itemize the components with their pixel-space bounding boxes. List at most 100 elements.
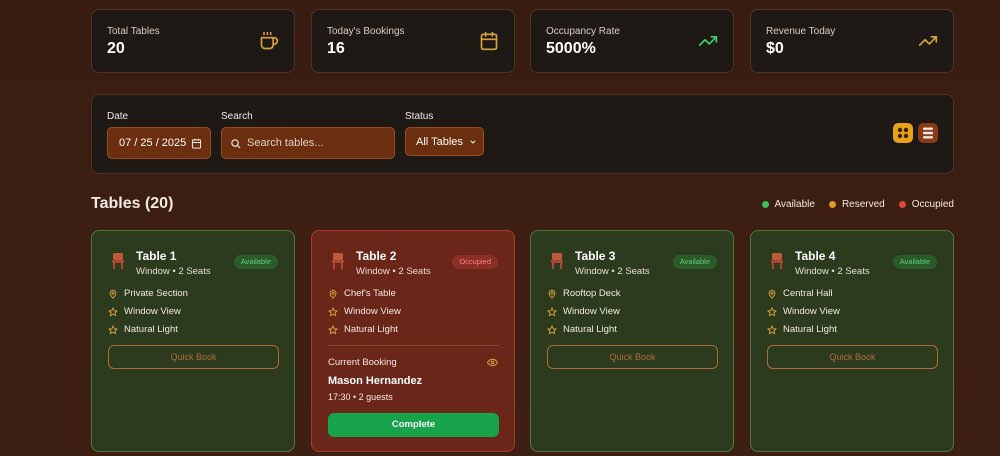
table-name: Table 3 bbox=[575, 249, 616, 263]
search-label: Search bbox=[221, 111, 253, 122]
trending-up-icon bbox=[698, 36, 718, 47]
feature-item: Window View bbox=[328, 306, 401, 317]
search-icon bbox=[231, 138, 241, 148]
feature-location: Private Section bbox=[108, 288, 188, 299]
tables-heading: Tables (20) bbox=[91, 195, 174, 212]
stat-value: $0 bbox=[766, 40, 784, 57]
table-name: Table 4 bbox=[795, 249, 836, 263]
feature-label: Natural Light bbox=[344, 324, 398, 335]
list-view-button[interactable] bbox=[918, 123, 938, 143]
stat-value: 16 bbox=[327, 40, 345, 57]
map-pin-icon bbox=[548, 289, 556, 299]
table-card-3[interactable]: Table 3 Window • 2 Seats Available Rooft… bbox=[530, 230, 734, 452]
feature-label: Natural Light bbox=[783, 324, 837, 335]
feature-label: Central Hall bbox=[783, 288, 833, 299]
status-value: All Tables bbox=[416, 135, 463, 148]
star-icon bbox=[547, 324, 557, 334]
divider bbox=[328, 345, 499, 346]
date-picker[interactable]: 07 / 25 / 2025 bbox=[107, 127, 211, 159]
feature-item: Natural Light bbox=[547, 324, 617, 335]
search-field[interactable] bbox=[221, 127, 395, 159]
feature-item: Window View bbox=[547, 306, 620, 317]
chair-icon bbox=[771, 253, 783, 269]
map-pin-icon bbox=[109, 289, 117, 299]
feature-item: Window View bbox=[108, 306, 181, 317]
status-badge: Available bbox=[233, 255, 278, 269]
status-legend: Available Reserved Occupied bbox=[761, 199, 954, 210]
feature-label: Window View bbox=[783, 306, 840, 317]
star-icon bbox=[328, 324, 338, 334]
guest-name: Mason Hernandez bbox=[328, 375, 423, 387]
legend-label: Reserved bbox=[841, 199, 885, 210]
feature-location: Central Hall bbox=[767, 288, 833, 299]
booking-details: 17:30 • 2 guests bbox=[328, 392, 393, 402]
chair-icon bbox=[332, 253, 344, 269]
feature-item: Natural Light bbox=[108, 324, 178, 335]
stat-label: Occupancy Rate bbox=[546, 26, 620, 37]
stat-card-todays-bookings: Today's Bookings 16 bbox=[311, 9, 515, 73]
table-subtitle: Window • 2 Seats bbox=[575, 266, 650, 277]
status-badge: Available bbox=[672, 255, 717, 269]
eye-icon[interactable] bbox=[487, 357, 498, 368]
stat-label: Total Tables bbox=[107, 26, 160, 37]
legend-item-available: Available bbox=[761, 199, 815, 210]
available-dot bbox=[761, 201, 769, 208]
map-pin-icon bbox=[768, 289, 776, 299]
feature-label: Window View bbox=[563, 306, 620, 317]
chair-icon bbox=[551, 253, 563, 269]
stat-label: Today's Bookings bbox=[327, 26, 405, 37]
stat-value: 20 bbox=[107, 40, 125, 57]
quick-book-button[interactable]: Quick Book bbox=[108, 345, 279, 369]
feature-label: Natural Light bbox=[563, 324, 617, 335]
quick-book-button[interactable]: Quick Book bbox=[767, 345, 938, 369]
stat-card-revenue-today: Revenue Today $0 bbox=[750, 9, 954, 73]
feature-label: Private Section bbox=[124, 288, 188, 299]
feature-item: Natural Light bbox=[328, 324, 398, 335]
filter-bar: Date 07 / 25 / 2025 Search Status All Ta… bbox=[91, 94, 954, 174]
star-icon bbox=[328, 306, 338, 316]
star-icon bbox=[108, 324, 118, 334]
coffee-icon bbox=[260, 31, 279, 50]
search-input[interactable] bbox=[247, 137, 387, 149]
current-booking-label: Current Booking bbox=[328, 357, 397, 368]
quick-book-button[interactable]: Quick Book bbox=[547, 345, 718, 369]
complete-button[interactable]: Complete bbox=[328, 413, 499, 437]
star-icon bbox=[767, 324, 777, 334]
feature-label: Chef's Table bbox=[344, 288, 396, 299]
date-value: 07 / 25 / 2025 bbox=[119, 137, 187, 149]
grid-view-button[interactable] bbox=[893, 123, 913, 143]
legend-item-reserved: Reserved bbox=[828, 199, 885, 210]
calendar-icon bbox=[480, 31, 498, 51]
reserved-dot bbox=[828, 201, 836, 208]
feature-location: Rooftop Deck bbox=[547, 288, 621, 299]
table-name: Table 1 bbox=[136, 249, 177, 263]
legend-label: Occupied bbox=[911, 199, 954, 210]
table-subtitle: Window • 2 Seats bbox=[136, 266, 211, 277]
feature-label: Rooftop Deck bbox=[563, 288, 621, 299]
status-select[interactable]: All Tables bbox=[405, 127, 484, 156]
feature-item: Window View bbox=[767, 306, 840, 317]
status-badge: Occupied bbox=[452, 255, 498, 269]
feature-label: Natural Light bbox=[124, 324, 178, 335]
status-label: Status bbox=[405, 111, 434, 122]
table-card-4[interactable]: Table 4 Window • 2 Seats Available Centr… bbox=[750, 230, 954, 452]
table-card-2[interactable]: Table 2 Window • 2 Seats Occupied Chef's… bbox=[311, 230, 515, 452]
trending-up-icon bbox=[918, 36, 938, 47]
stat-value: 5000% bbox=[546, 40, 596, 57]
calendar-icon[interactable] bbox=[191, 138, 202, 149]
occupied-dot bbox=[898, 201, 906, 208]
table-subtitle: Window • 2 Seats bbox=[356, 266, 431, 277]
table-card-1[interactable]: Table 1 Window • 2 Seats Available Priva… bbox=[91, 230, 295, 452]
chair-icon bbox=[112, 253, 124, 269]
map-pin-icon bbox=[329, 289, 337, 299]
star-icon bbox=[767, 306, 777, 316]
stat-label: Revenue Today bbox=[766, 26, 836, 37]
date-label: Date bbox=[107, 111, 129, 122]
table-subtitle: Window • 2 Seats bbox=[795, 266, 870, 277]
status-badge: Available bbox=[892, 255, 937, 269]
legend-label: Available bbox=[774, 199, 815, 210]
stat-card-occupancy-rate: Occupancy Rate 5000% bbox=[530, 9, 734, 73]
star-icon bbox=[547, 306, 557, 316]
feature-item: Natural Light bbox=[767, 324, 837, 335]
legend-item-occupied: Occupied bbox=[898, 199, 954, 210]
